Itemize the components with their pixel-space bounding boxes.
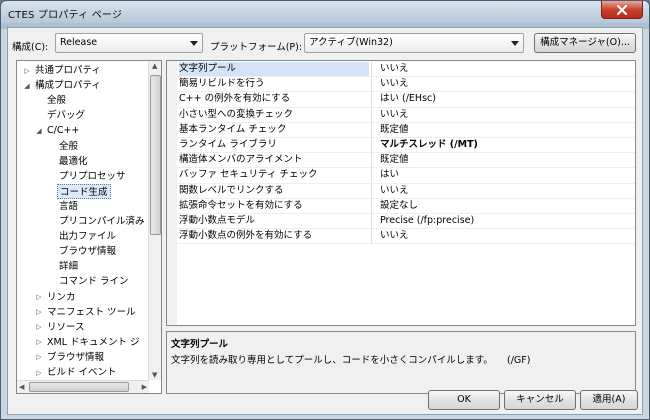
property-name: 浮動小数点モデル [179,215,256,226]
tree-item[interactable]: 構成プロパティ [35,78,101,93]
property-row[interactable]: 小さい型への変換チェック いいえ [177,107,635,123]
property-row[interactable]: 拡張命令セットを有効にする 設定なし [177,198,635,214]
property-value[interactable]: いいえ [371,183,409,199]
property-name: 関数レベルでリンクする [179,184,284,196]
tree-collapsed-icon[interactable]: ▷ [35,335,43,350]
property-name: 文字列プール [179,62,369,76]
property-row[interactable]: C++ の例外を有効にする はい (/EHsc) [177,92,635,108]
property-row[interactable]: 浮動小数点モデル Precise (/fp:precise) [177,214,635,230]
tree-collapsed-icon[interactable]: ▷ [35,305,43,320]
tree-item[interactable]: リンカ [47,290,76,305]
tree-expanded-icon[interactable]: ◢ [23,78,31,93]
property-value[interactable]: はい (/EHsc) [371,92,436,108]
tree-item[interactable]: コード生成 [57,183,111,199]
tree-item[interactable]: 最適化 [59,154,88,169]
tree-collapsed-icon[interactable]: ▷ [35,320,43,335]
tree-item[interactable]: マニフェスト ツール [47,305,136,320]
scroll-right-icon[interactable]: ▶ [142,383,147,391]
tree-item[interactable]: リソース [47,320,85,335]
tree-collapsed-icon[interactable]: ▷ [35,290,43,305]
scroll-left-icon[interactable]: ◀ [19,383,24,391]
title-bar[interactable]: CTES プロパティ ページ [1,1,649,23]
tree-item[interactable]: XML ドキュメント ジ [47,335,140,350]
property-row[interactable]: 構造体メンバのアライメント 既定値 [177,153,635,169]
platform-select-value: アクティブ(Win32) [309,37,393,48]
property-grid-gutter [167,61,177,325]
property-row[interactable]: 文字列プール いいえ [177,62,635,78]
apply-button[interactable]: 適用(A) [580,390,638,410]
property-row[interactable]: 浮動小数点の例外を有効にする いいえ [177,229,635,245]
tree-collapsed-icon[interactable]: ▷ [35,350,43,365]
property-name: 浮動小数点の例外を有効にする [179,230,313,242]
property-name: バッファ セキュリティ チェック [179,169,318,181]
property-name: 拡張命令セットを有効にする [179,199,303,211]
scroll-up-icon[interactable]: ▲ [152,62,157,70]
tree-item[interactable]: コマンド ライン [59,274,129,289]
property-value[interactable]: 既定値 [371,153,409,169]
tree-horizontal-scrollbar[interactable]: ◀ ▶ [17,380,149,393]
property-grid[interactable]: 文字列プール いいえ 簡易リビルドを行う いいえ C++ の例外を有効にする はい (/E… [166,60,636,326]
property-name: 小さい型への変換チェック [179,108,294,120]
property-value[interactable]: いいえ [371,62,409,77]
tree-collapsed-icon[interactable]: ▷ [35,365,43,380]
config-toolbar: 構成(C): Release プラットフォーム(P): アクティブ(Win32)… [8,28,644,60]
description-title: 文字列プール [171,339,229,350]
property-name: ランタイム ライブラリ [179,139,277,150]
platform-select[interactable]: アクティブ(Win32) [304,33,524,53]
property-value[interactable]: いいえ [371,107,409,123]
property-value[interactable]: マルチスレッド (/MT) [371,138,478,153]
tree-collapsed-icon[interactable]: ▷ [23,63,31,78]
dialog-client-area: 構成(C): Release プラットフォーム(P): アクティブ(Win32)… [7,27,643,415]
chevron-down-icon [511,41,519,46]
tree-item[interactable]: C/C++ [47,123,79,138]
window-title: CTES プロパティ ページ [8,10,123,21]
property-row[interactable]: 基本ランタイム チェック 既定値 [177,122,635,138]
tree-vertical-scroll-thumb[interactable] [150,75,161,235]
tree-item[interactable]: 出力ファイル [59,229,116,244]
tree-item[interactable]: 言語 [59,199,78,214]
config-select[interactable]: Release [55,33,203,53]
tree-item[interactable]: 全般 [47,93,66,108]
category-tree[interactable]: ▷ 共通プロパティ ◢ 構成プロパティ 全般 デバッグ ◢ C/C++ 全般 最適化 プリプロセッサ… [16,60,162,394]
tree-item[interactable]: ブラウザ情報 [47,350,104,365]
property-row[interactable]: ランタイム ライブラリ マルチスレッド (/MT) [177,138,635,154]
tree-item[interactable]: ブラウザ情報 [59,244,116,259]
property-value[interactable]: いいえ [371,77,409,93]
property-name: C++ の例外を有効にする [179,93,291,105]
config-manager-button[interactable]: 構成マネージャ(O)... [534,33,636,53]
description-text: 文字列を読み取り専用としてプールし、コードを小さくコンパイルします。 (/GF) [171,355,531,366]
tree-item[interactable]: 共通プロパティ [35,63,101,78]
tree-item[interactable]: デバッグ [47,108,85,123]
scroll-down-icon[interactable]: ▼ [152,371,157,379]
cancel-button[interactable]: キャンセル [504,390,576,410]
property-value[interactable]: 設定なし [371,198,418,214]
tree-item[interactable]: 詳細 [59,259,78,274]
close-button[interactable] [601,1,643,19]
tree-horizontal-scroll-thumb[interactable] [29,382,129,392]
property-row[interactable]: バッファ セキュリティ チェック はい [177,168,635,184]
description-panel: 文字列プール 文字列を読み取り専用としてプールし、コードを小さくコンパイルします… [166,331,636,394]
property-value[interactable]: いいえ [371,229,409,245]
tree-expanded-icon[interactable]: ◢ [35,123,43,138]
chevron-down-icon [190,41,198,46]
property-value[interactable]: 既定値 [371,122,409,138]
platform-label: プラットフォーム(P): [210,42,303,53]
config-select-value: Release [60,37,98,48]
tree-item[interactable]: プリコンパイル済み [59,214,145,229]
property-name: 基本ランタイム チェック [179,123,287,135]
property-value[interactable]: Precise (/fp:precise) [371,214,474,229]
close-icon [616,4,628,15]
tree-item[interactable]: プリプロセッサ [59,169,126,184]
property-name: 簡易リビルドを行う [179,78,265,90]
tree-item[interactable]: ビルド イベント [47,365,117,380]
property-row[interactable]: 簡易リビルドを行う いいえ [177,77,635,93]
property-row[interactable]: 関数レベルでリンクする いいえ [177,183,635,199]
tree-vertical-scrollbar[interactable]: ▲ ▼ [148,61,161,380]
ok-button[interactable]: OK [428,390,500,410]
tree-item[interactable]: 全般 [59,139,78,154]
config-label: 構成(C): [12,42,49,53]
property-value[interactable]: はい [371,168,399,184]
property-pages-window: CTES プロパティ ページ 構成(C): Release プラットフォーム(P… [0,0,650,420]
property-name: 構造体メンバのアライメント [179,154,303,166]
